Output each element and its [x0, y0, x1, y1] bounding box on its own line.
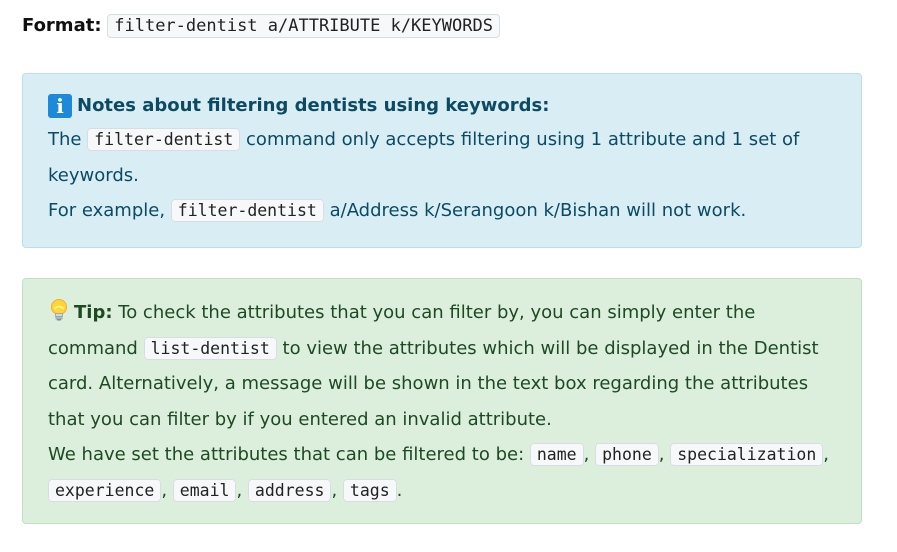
info-icon: i: [48, 94, 72, 118]
format-label: Format:: [22, 15, 102, 36]
notes-callout: i Notes about filtering dentists using k…: [22, 73, 862, 248]
notes-p2-suffix: a/Address k/Serangoon k/Bishan will not …: [329, 200, 747, 221]
notes-paragraph-1: The filter-dentist command only accepts …: [48, 122, 836, 193]
attribute-code: address: [247, 478, 332, 502]
notes-title: i Notes about filtering dentists using k…: [48, 92, 836, 120]
attribute-code: experience: [48, 478, 162, 502]
format-command-code: filter-dentist a/ATTRIBUTE k/KEYWORDS: [107, 14, 500, 38]
tip-paragraph-2: We have set the attributes that can be f…: [48, 443, 830, 502]
notes-paragraph-2: For example, filter-dentist a/Address k/…: [48, 193, 836, 229]
attribute-code: name: [529, 443, 584, 466]
notes-p2-code: filter-dentist: [170, 199, 324, 222]
attribute-code: email: [172, 478, 237, 502]
tip-p1-code: list-dentist: [143, 336, 277, 360]
tip-callout: Tip: To check the attributes that you ca…: [22, 278, 862, 524]
format-line: Format: filter-dentist a/ATTRIBUTE k/KEY…: [22, 12, 500, 40]
tip-p2-end: .: [396, 479, 403, 501]
notes-p1-prefix: The: [48, 129, 82, 150]
notes-p1-code: filter-dentist: [87, 128, 241, 151]
tip-label: Tip:: [74, 302, 113, 323]
attribute-code: tags: [342, 478, 397, 502]
tip-paragraph-1: Tip: To check the attributes that you ca…: [48, 295, 836, 437]
notes-title-text: Notes about filtering dentists using key…: [77, 95, 550, 116]
notes-p2-prefix: For example,: [48, 200, 166, 221]
attribute-code: phone: [595, 443, 659, 466]
attribute-code: specialization: [670, 443, 824, 466]
tip-p2-prefix: We have set the attributes that can be f…: [48, 444, 525, 465]
lightbulb-icon: [48, 298, 70, 322]
